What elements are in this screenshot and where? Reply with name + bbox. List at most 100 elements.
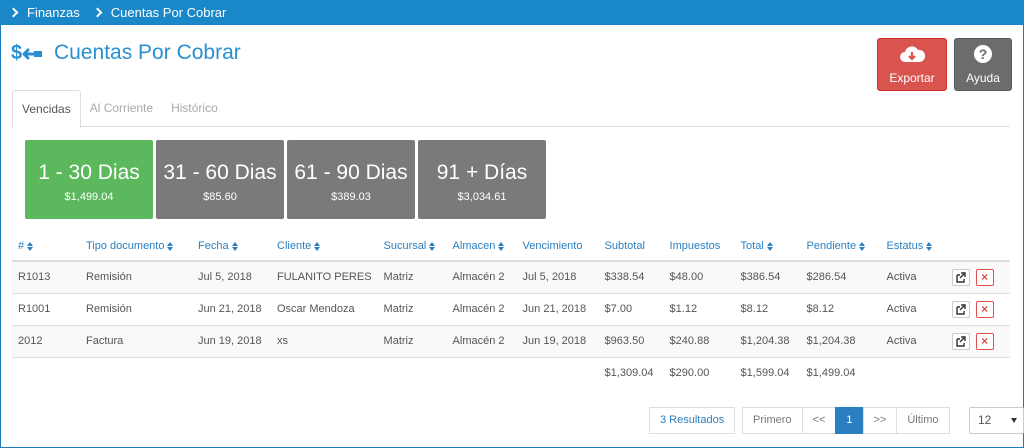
- tab-al-corriente[interactable]: Al Corriente: [81, 90, 162, 127]
- col-header-almacen[interactable]: Almacen: [446, 232, 517, 262]
- cell-actions: ×: [942, 325, 1010, 358]
- prev-page-button[interactable]: <<: [801, 407, 837, 434]
- first-page-button[interactable]: Primero: [742, 407, 803, 434]
- col-header-cliente[interactable]: Cliente: [271, 232, 378, 262]
- col-header-vencimiento: Vencimiento: [516, 232, 599, 262]
- sort-icon: [314, 241, 321, 251]
- col-header-tipo[interactable]: Tipo documento: [80, 232, 192, 262]
- results-count: 3 Resultados: [649, 407, 736, 434]
- cell-tipo: Remisión: [80, 261, 192, 294]
- cell-estatus: Activa: [880, 261, 943, 294]
- aging-amount: $389.03: [331, 191, 371, 203]
- page-title: Cuentas Por Cobrar: [54, 41, 241, 64]
- cell-cliente: FULANITO PERES: [271, 261, 378, 294]
- delete-icon[interactable]: ×: [975, 332, 994, 350]
- sort-icon: [167, 241, 174, 251]
- total-impuestos: $290.00: [669, 367, 710, 380]
- last-page-button[interactable]: Último: [896, 407, 950, 434]
- total-pendiente: $1,499.04: [806, 367, 856, 380]
- help-label: Ayuda: [966, 71, 1000, 85]
- cell-cliente: xs: [271, 325, 378, 358]
- cell-almacen: Almacén 2: [446, 261, 517, 294]
- tab-historico[interactable]: Histórico: [162, 90, 227, 127]
- chevron-right-icon: [92, 7, 103, 18]
- cell-fecha: Jun 21, 2018: [192, 293, 271, 326]
- cell-total: $8.12: [734, 293, 801, 326]
- next-page-button[interactable]: >>: [862, 407, 898, 434]
- col-header-fecha[interactable]: Fecha: [192, 232, 271, 262]
- table-row: R1013 Remisión Jul 5, 2018 FULANITO PERE…: [12, 261, 1010, 294]
- cell-almacen: Almacén 2: [446, 293, 517, 326]
- cell-cliente: Oscar Mendoza: [271, 293, 378, 326]
- col-header-total[interactable]: Total: [734, 232, 801, 262]
- cell-fecha: Jun 19, 2018: [192, 325, 271, 358]
- breadcrumb: Finanzas Cuentas Por Cobrar: [0, 0, 1024, 25]
- page-size-select[interactable]: 12: [969, 407, 1024, 434]
- cell-subtotal: $338.54: [598, 261, 664, 294]
- cell-estatus: Activa: [880, 293, 943, 326]
- cell-actions: ×: [942, 261, 1010, 294]
- sort-icon: [859, 241, 866, 251]
- cell-number: R1001: [12, 293, 80, 326]
- cell-pendiente: $286.54: [800, 261, 881, 294]
- tab-vencidas[interactable]: Vencidas: [12, 90, 81, 128]
- open-external-icon[interactable]: [951, 332, 970, 350]
- aging-card-31-60[interactable]: 31 - 60 Dias $85.60: [156, 140, 284, 219]
- breadcrumb-item-finanzas[interactable]: Finanzas: [0, 5, 80, 20]
- sort-icon: [231, 241, 238, 251]
- cell-total: $1,204.38: [734, 325, 801, 358]
- delete-icon[interactable]: ×: [975, 268, 994, 286]
- cell-actions: ×: [942, 293, 1010, 326]
- col-header-impuestos: Impuestos: [663, 232, 735, 262]
- cell-fecha: Jul 5, 2018: [192, 261, 271, 294]
- aging-card-1-30[interactable]: 1 - 30 Dias $1,499.04: [25, 140, 153, 219]
- cell-pendiente: $8.12: [800, 293, 881, 326]
- cloud-download-icon: [899, 44, 926, 67]
- totals-row: $1,309.04 $290.00 $1,599.04 $1,499.04: [12, 357, 1010, 389]
- aging-amount: $85.60: [203, 191, 237, 203]
- aging-card-61-90[interactable]: 61 - 90 Dias $389.03: [287, 140, 415, 219]
- aging-label: 1 - 30 Dias: [38, 161, 140, 184]
- col-header-pendiente[interactable]: Pendiente: [800, 232, 881, 262]
- svg-text:$: $: [11, 42, 22, 64]
- delete-icon[interactable]: ×: [975, 300, 994, 318]
- aging-label: 91 + Días: [436, 161, 528, 184]
- cell-tipo: Remisión: [80, 293, 192, 326]
- cell-sucursal: Matriz: [377, 293, 447, 326]
- cell-pendiente: $1,204.38: [800, 325, 881, 358]
- cell-estatus: Activa: [880, 325, 943, 358]
- col-header-number[interactable]: #: [12, 232, 80, 262]
- cell-sucursal: Matriz: [377, 325, 447, 358]
- table-row: R1001 Remisión Jun 21, 2018 Oscar Mendoz…: [12, 293, 1010, 326]
- open-external-icon[interactable]: [951, 300, 970, 318]
- col-header-subtotal: Subtotal: [598, 232, 664, 262]
- aging-card-91-plus[interactable]: 91 + Días $3,034.61: [418, 140, 546, 219]
- cell-impuestos: $48.00: [663, 261, 735, 294]
- svg-text:?: ?: [979, 46, 988, 62]
- cell-almacen: Almacén 2: [446, 325, 517, 358]
- sort-icon: [429, 241, 436, 251]
- breadcrumb-label[interactable]: Finanzas: [27, 5, 80, 20]
- aging-amount: $3,034.61: [457, 191, 507, 203]
- chevron-down-icon: [1011, 418, 1017, 423]
- col-header-actions: [942, 232, 1010, 262]
- page-header: $ Cuentas Por Cobrar: [10, 38, 241, 68]
- open-external-icon[interactable]: [951, 268, 970, 286]
- breadcrumb-item-cuentas: Cuentas Por Cobrar: [80, 5, 226, 20]
- chevron-right-icon: [8, 7, 19, 18]
- sort-icon: [766, 241, 773, 251]
- cell-vencimiento: Jun 19, 2018: [516, 325, 599, 358]
- cell-vencimiento: Jul 5, 2018: [516, 261, 599, 294]
- page-1-button[interactable]: 1: [835, 407, 864, 434]
- cell-subtotal: $7.00: [598, 293, 664, 326]
- col-header-estatus[interactable]: Estatus: [880, 232, 943, 262]
- cell-number: 2012: [12, 325, 80, 358]
- total-total: $1,599.04: [740, 367, 790, 380]
- sort-icon: [27, 241, 34, 251]
- aging-amount: $1,499.04: [64, 191, 114, 203]
- col-header-sucursal[interactable]: Sucursal: [377, 232, 447, 262]
- tab-bar: Vencidas Al Corriente Histórico: [12, 90, 1010, 128]
- export-button[interactable]: Exportar: [877, 38, 947, 91]
- sort-icon: [926, 241, 933, 251]
- help-button[interactable]: ? Ayuda: [954, 38, 1012, 91]
